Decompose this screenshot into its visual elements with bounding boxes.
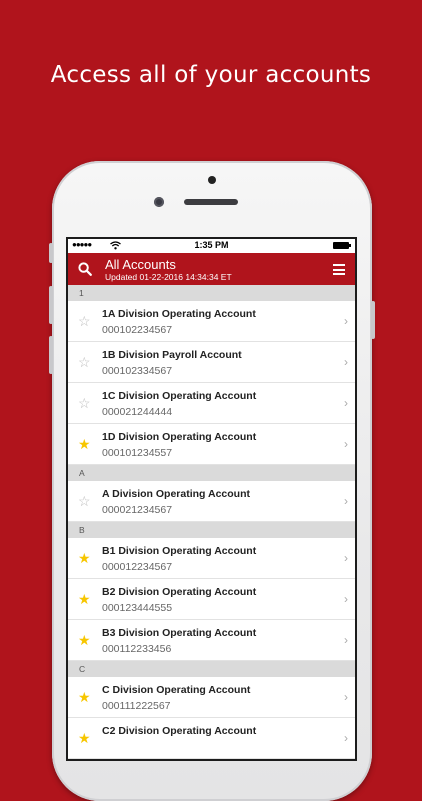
star-filled-icon[interactable]: ★ — [78, 551, 91, 565]
account-row[interactable]: ☆ 1A Division Operating Account 0001022345… — [68, 301, 355, 342]
chevron-right-icon: › — [344, 731, 348, 745]
account-number: 000112233456 — [102, 643, 172, 655]
account-name: A Division Operating Account — [102, 488, 250, 500]
chevron-right-icon: › — [344, 355, 348, 369]
star-filled-icon[interactable]: ★ — [78, 731, 91, 745]
account-name: C2 Division Operating Account — [102, 725, 257, 737]
section-header: A — [68, 465, 355, 481]
chevron-right-icon: › — [344, 690, 348, 704]
chevron-right-icon: › — [344, 494, 348, 508]
account-name: B1 Division Operating Account — [102, 545, 257, 557]
star-filled-icon[interactable]: ★ — [78, 592, 91, 606]
section-header: 1 — [68, 285, 355, 301]
account-name: 1D Division Operating Account — [102, 431, 257, 443]
phone-screen: ●●●●● 1:35 PM All Accounts Updated 01-22… — [68, 239, 355, 759]
page-title: All Accounts — [105, 257, 176, 272]
account-number: 000123444555 — [102, 602, 173, 614]
section-header: C — [68, 661, 355, 677]
phone-sensor-dot — [208, 176, 216, 184]
account-name: 1A Division Operating Account — [102, 308, 256, 320]
battery-icon — [333, 242, 351, 249]
account-name: 1C Division Operating Account — [102, 390, 257, 402]
account-list: 1 ☆ 1A Division Operating Account 000102234… — [68, 285, 355, 759]
chevron-right-icon: › — [344, 633, 348, 647]
account-number: 000102234567 — [102, 324, 173, 336]
nav-bar: All Accounts Updated 01-22-2016 14:34:34… — [68, 253, 355, 285]
account-row[interactable]: ☆ 1B Division Payroll Account 000102334567… — [68, 342, 355, 383]
account-number: 000102334567 — [102, 365, 173, 377]
phone-side-button-right — [371, 301, 375, 339]
account-name: B2 Division Operating Account — [102, 586, 257, 598]
phone-side-button-left-1 — [49, 243, 53, 263]
star-outline-icon[interactable]: ☆ — [78, 355, 91, 369]
account-row[interactable]: ★ B2 Division Operating Account 0001234445… — [68, 579, 355, 620]
star-outline-icon[interactable]: ☆ — [78, 396, 91, 410]
account-row[interactable]: ★ C Division Operating Account 00011122256… — [68, 677, 355, 718]
phone-frame: ●●●●● 1:35 PM All Accounts Updated 01-22… — [49, 161, 375, 801]
account-number: 000012234567 — [102, 561, 173, 573]
account-name: C Division Operating Account — [102, 684, 251, 696]
section-header: B — [68, 522, 355, 538]
phone-speaker — [184, 199, 238, 205]
account-row[interactable]: ★ B3 Division Operating Account 0001122334… — [68, 620, 355, 661]
updated-timestamp: Updated 01-22-2016 14:34:34 ET — [105, 272, 232, 282]
star-filled-icon[interactable]: ★ — [78, 633, 91, 647]
phone-side-button-left-2 — [49, 286, 53, 324]
star-outline-icon[interactable]: ☆ — [78, 494, 91, 508]
account-number: 000021244444 — [102, 406, 173, 418]
chevron-right-icon: › — [344, 437, 348, 451]
account-row[interactable]: ☆ 1C Division Operating Account 0000212444… — [68, 383, 355, 424]
account-name: B3 Division Operating Account — [102, 627, 257, 639]
menu-icon[interactable] — [333, 264, 345, 275]
chevron-right-icon: › — [344, 396, 348, 410]
marketing-headline: Access all of your accounts — [50, 62, 372, 88]
star-filled-icon[interactable]: ★ — [78, 437, 91, 451]
account-number: 000111222567 — [102, 700, 171, 712]
account-number: 000101234557 — [102, 447, 173, 459]
account-name: 1B Division Payroll Account — [102, 349, 242, 361]
status-bar: ●●●●● 1:35 PM — [68, 239, 355, 253]
star-outline-icon[interactable]: ☆ — [78, 314, 91, 328]
account-row[interactable]: ★ B1 Division Operating Account 0000122345… — [68, 538, 355, 579]
chevron-right-icon: › — [344, 592, 348, 606]
search-icon[interactable] — [78, 262, 92, 276]
star-filled-icon[interactable]: ★ — [78, 690, 91, 704]
chevron-right-icon: › — [344, 314, 348, 328]
phone-side-button-left-3 — [49, 336, 53, 374]
phone-front-camera — [154, 197, 164, 207]
account-row[interactable]: ★ 1D Division Operating Account 0001012345… — [68, 424, 355, 465]
account-number: 000021234567 — [102, 504, 173, 516]
chevron-right-icon: › — [344, 551, 348, 565]
status-time: 1:35 PM — [194, 240, 229, 250]
account-row[interactable]: ★ C2 Division Operating Account › — [68, 718, 355, 759]
account-row[interactable]: ☆ A Division Operating Account 00002123456… — [68, 481, 355, 522]
